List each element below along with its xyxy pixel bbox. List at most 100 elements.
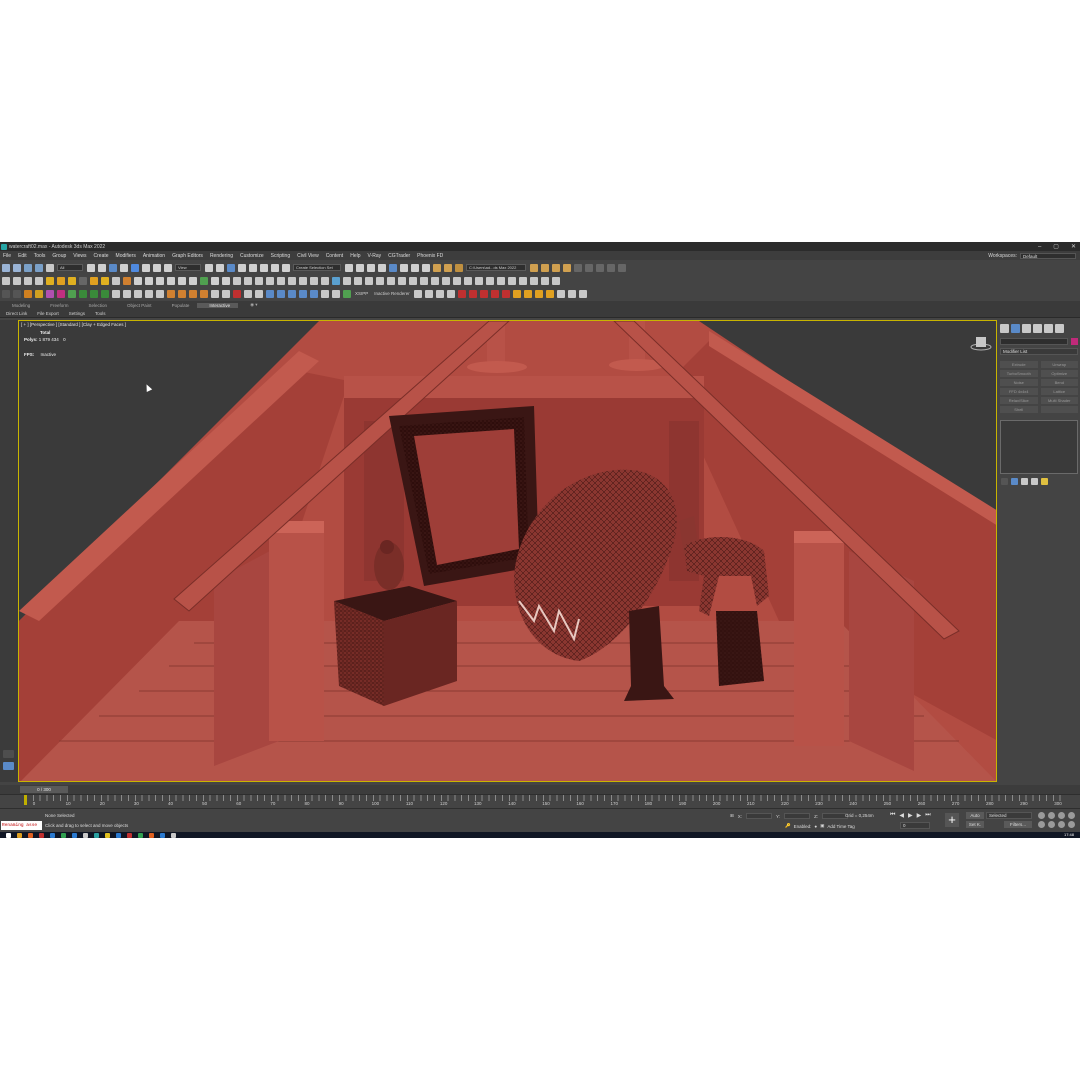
bucket-icon[interactable] bbox=[320, 289, 329, 298]
material-editor-icon[interactable] bbox=[421, 263, 430, 272]
zoom-icon[interactable] bbox=[1038, 812, 1045, 819]
explosion-preset-icon[interactable] bbox=[177, 289, 186, 298]
set-key-mode-button[interactable]: Set K. bbox=[966, 821, 984, 828]
key-filters-button[interactable]: Filters... bbox=[1004, 821, 1032, 828]
taskbar-app-icon[interactable] bbox=[171, 832, 176, 838]
bulb-icon[interactable] bbox=[513, 289, 522, 298]
candle-preset-icon[interactable] bbox=[188, 289, 197, 298]
weld-icon[interactable] bbox=[276, 276, 285, 285]
menu-group[interactable]: Group bbox=[49, 253, 70, 259]
align-icon[interactable] bbox=[355, 263, 364, 272]
viewport-layout-icon[interactable] bbox=[3, 762, 14, 770]
menu-cgtrader[interactable]: CGTrader bbox=[385, 253, 414, 259]
link-icon[interactable] bbox=[23, 263, 32, 272]
modifier-button[interactable]: FFD 4x4x4 bbox=[1000, 388, 1038, 395]
menu-help[interactable]: Help bbox=[347, 253, 364, 259]
place-icon[interactable] bbox=[163, 263, 172, 272]
taskbar-app-icon[interactable] bbox=[50, 832, 55, 838]
ribbon-tab-object-paint[interactable]: Object Paint bbox=[115, 303, 160, 308]
motion-tab-icon[interactable] bbox=[1033, 324, 1042, 333]
select-manipulate-icon[interactable] bbox=[215, 263, 224, 272]
mesh-export-icon[interactable] bbox=[188, 276, 197, 285]
add-time-tag-button[interactable]: Add Time Tag bbox=[827, 824, 854, 829]
help-icon[interactable] bbox=[579, 289, 588, 298]
render-icon[interactable] bbox=[454, 263, 463, 272]
time-tag-icon[interactable]: ▣ bbox=[820, 823, 824, 829]
ribbon-options-icon[interactable]: ◉ ▾ bbox=[238, 302, 265, 308]
taskbar-app-icon[interactable] bbox=[39, 832, 44, 838]
zoom-extents-all-icon[interactable] bbox=[1068, 812, 1075, 819]
ring-icon[interactable] bbox=[430, 276, 439, 285]
ribbon-tab-populate[interactable]: Populate bbox=[160, 303, 198, 308]
remove-modifier-icon[interactable] bbox=[1031, 478, 1038, 485]
chamfer-icon[interactable] bbox=[287, 276, 296, 285]
dome-light-icon[interactable] bbox=[56, 276, 65, 285]
taskbar-app-icon[interactable] bbox=[83, 832, 88, 838]
keyboard-shortcut-icon[interactable] bbox=[226, 263, 235, 272]
select-object-icon[interactable] bbox=[86, 263, 95, 272]
collapse-icon[interactable] bbox=[243, 276, 252, 285]
subtab-settings[interactable]: Settings bbox=[63, 311, 89, 316]
zoom-extents-icon[interactable] bbox=[1058, 812, 1065, 819]
workspace-dropdown[interactable]: Default bbox=[1020, 252, 1076, 259]
record-icon[interactable] bbox=[232, 289, 241, 298]
teapot-icon[interactable] bbox=[1, 276, 10, 285]
enabled-toggle-icon[interactable]: ● bbox=[814, 824, 817, 829]
menu-vray[interactable]: V-Ray bbox=[365, 253, 386, 259]
menu-file[interactable]: File bbox=[0, 253, 15, 259]
select-by-name-icon[interactable] bbox=[97, 263, 106, 272]
relax-icon[interactable] bbox=[364, 276, 373, 285]
ambient-light-icon[interactable] bbox=[111, 276, 120, 285]
loop-icon[interactable] bbox=[419, 276, 428, 285]
boat-wake-icon[interactable] bbox=[309, 289, 318, 298]
pin-stack-icon[interactable] bbox=[1001, 478, 1008, 485]
modifier-button[interactable]: Extrude bbox=[1000, 361, 1038, 368]
angle-snap-icon[interactable] bbox=[248, 263, 257, 272]
taskbar-app-icon[interactable] bbox=[94, 832, 99, 838]
wind-icon[interactable] bbox=[89, 289, 98, 298]
subtab-tools[interactable]: Tools bbox=[89, 311, 110, 316]
checker-icon[interactable] bbox=[474, 276, 483, 285]
pan-icon[interactable] bbox=[1048, 821, 1055, 828]
render-mode-icon[interactable] bbox=[414, 289, 423, 298]
extrude-icon[interactable] bbox=[397, 276, 406, 285]
fire-preset-icon[interactable] bbox=[166, 289, 175, 298]
open-folder-icon[interactable] bbox=[540, 263, 549, 272]
utilities-tab-icon[interactable] bbox=[1055, 324, 1064, 333]
uv-icon[interactable] bbox=[463, 276, 472, 285]
perspective-viewport[interactable]: [ + ] [Perspective ] [Standard ] [Clay +… bbox=[18, 320, 997, 782]
smooth-icon[interactable] bbox=[375, 276, 384, 285]
river-icon[interactable] bbox=[276, 289, 285, 298]
expand-icon[interactable] bbox=[3, 750, 14, 758]
sim-setup-icon[interactable] bbox=[1, 289, 10, 298]
taskbar-app-icon[interactable] bbox=[160, 832, 165, 838]
display-tab-icon[interactable] bbox=[1044, 324, 1053, 333]
render-interactive-icon[interactable] bbox=[34, 276, 43, 285]
set-key-button[interactable]: + bbox=[945, 813, 959, 827]
vfb-icon[interactable] bbox=[12, 276, 21, 285]
x-coord-field[interactable] bbox=[746, 813, 773, 819]
subtab-direct-link[interactable]: Direct Link bbox=[0, 311, 31, 316]
modifier-stack[interactable] bbox=[1000, 420, 1078, 474]
menu-tools[interactable]: Tools bbox=[31, 253, 50, 259]
scale-icon[interactable] bbox=[152, 263, 161, 272]
decal-icon[interactable] bbox=[166, 276, 175, 285]
sphere-icon[interactable] bbox=[133, 276, 142, 285]
move-icon[interactable] bbox=[130, 263, 139, 272]
safe-frame-icon[interactable] bbox=[540, 276, 549, 285]
key-filter-dropdown[interactable]: Selected bbox=[986, 812, 1032, 819]
region-render-icon[interactable] bbox=[425, 289, 434, 298]
taskbar-app-icon[interactable] bbox=[127, 832, 132, 838]
modifier-button[interactable]: Lattice bbox=[1040, 388, 1078, 395]
modifier-button[interactable]: Multi Shader bbox=[1040, 397, 1078, 404]
maxscript-listener-field[interactable]: Renaming asse bbox=[1, 821, 42, 830]
taskbar-app-icon[interactable] bbox=[28, 832, 33, 838]
taskbar-app-icon[interactable] bbox=[72, 832, 77, 838]
viewport-label-menu[interactable]: [ + ] [Perspective ] [Standard ] [Clay +… bbox=[21, 322, 126, 327]
connect-icon[interactable] bbox=[408, 276, 417, 285]
red-sphere-icon[interactable] bbox=[491, 289, 500, 298]
cube-icon[interactable] bbox=[232, 276, 241, 285]
menu-edit[interactable]: Edit bbox=[15, 253, 31, 259]
orbit-icon[interactable] bbox=[1058, 821, 1065, 828]
menu-graph-editors[interactable]: Graph Editors bbox=[169, 253, 207, 259]
